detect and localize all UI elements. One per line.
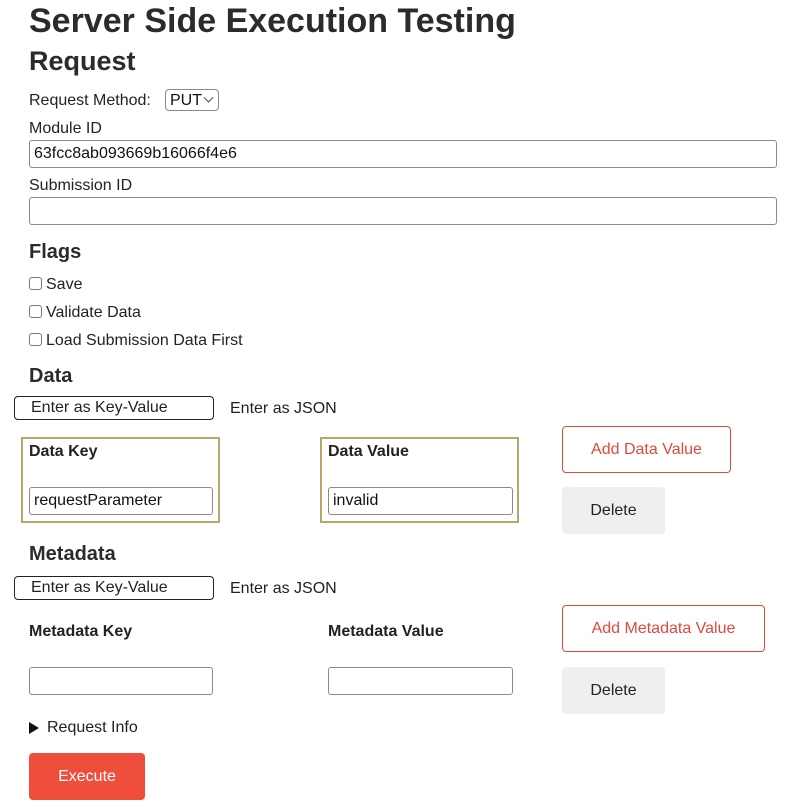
request-method-select[interactable]: PUT bbox=[165, 89, 219, 111]
data-key-label: Data Key bbox=[29, 443, 98, 460]
save-checkbox[interactable] bbox=[29, 277, 42, 290]
delete-metadata-button[interactable]: Delete bbox=[562, 667, 665, 714]
module-id-input[interactable] bbox=[29, 140, 777, 168]
request-method-label: Request Method: bbox=[29, 92, 151, 109]
save-checkbox-label: Save bbox=[46, 276, 83, 293]
submission-id-input[interactable] bbox=[29, 197, 777, 225]
request-method-value: PUT bbox=[170, 91, 202, 109]
flags-heading: Flags bbox=[29, 241, 82, 263]
load-submission-checkbox[interactable] bbox=[29, 333, 42, 346]
data-tab-key-value[interactable]: Enter as Key-Value bbox=[14, 396, 214, 420]
load-submission-checkbox-label: Load Submission Data First bbox=[46, 332, 243, 349]
metadata-value-label: Metadata Value bbox=[328, 623, 444, 640]
data-value-label: Data Value bbox=[328, 443, 409, 460]
request-heading: Request bbox=[29, 46, 136, 76]
data-key-input[interactable] bbox=[29, 487, 213, 515]
metadata-heading: Metadata bbox=[29, 543, 116, 565]
delete-data-button[interactable]: Delete bbox=[562, 487, 665, 534]
execute-button[interactable]: Execute bbox=[29, 753, 145, 800]
add-data-value-button[interactable]: Add Data Value bbox=[562, 426, 731, 473]
request-info-toggle[interactable]: Request Info bbox=[29, 719, 138, 737]
data-tab-json[interactable]: Enter as JSON bbox=[230, 400, 337, 418]
metadata-tab-json[interactable]: Enter as JSON bbox=[230, 580, 337, 598]
data-value-input[interactable] bbox=[328, 487, 513, 515]
validate-data-checkbox-label: Validate Data bbox=[46, 304, 141, 321]
data-heading: Data bbox=[29, 365, 73, 387]
page-title: Server Side Execution Testing bbox=[29, 2, 516, 40]
submission-id-label: Submission ID bbox=[29, 177, 133, 194]
metadata-value-input[interactable] bbox=[328, 667, 513, 695]
add-metadata-value-button[interactable]: Add Metadata Value bbox=[562, 605, 765, 652]
module-id-label: Module ID bbox=[29, 120, 102, 137]
validate-data-checkbox[interactable] bbox=[29, 305, 42, 318]
metadata-key-label: Metadata Key bbox=[29, 623, 133, 640]
metadata-tab-key-value[interactable]: Enter as Key-Value bbox=[14, 576, 214, 600]
triangle-right-icon bbox=[29, 722, 39, 734]
chevron-down-icon bbox=[203, 92, 214, 103]
metadata-key-input[interactable] bbox=[29, 667, 213, 695]
request-info-label: Request Info bbox=[47, 719, 138, 736]
